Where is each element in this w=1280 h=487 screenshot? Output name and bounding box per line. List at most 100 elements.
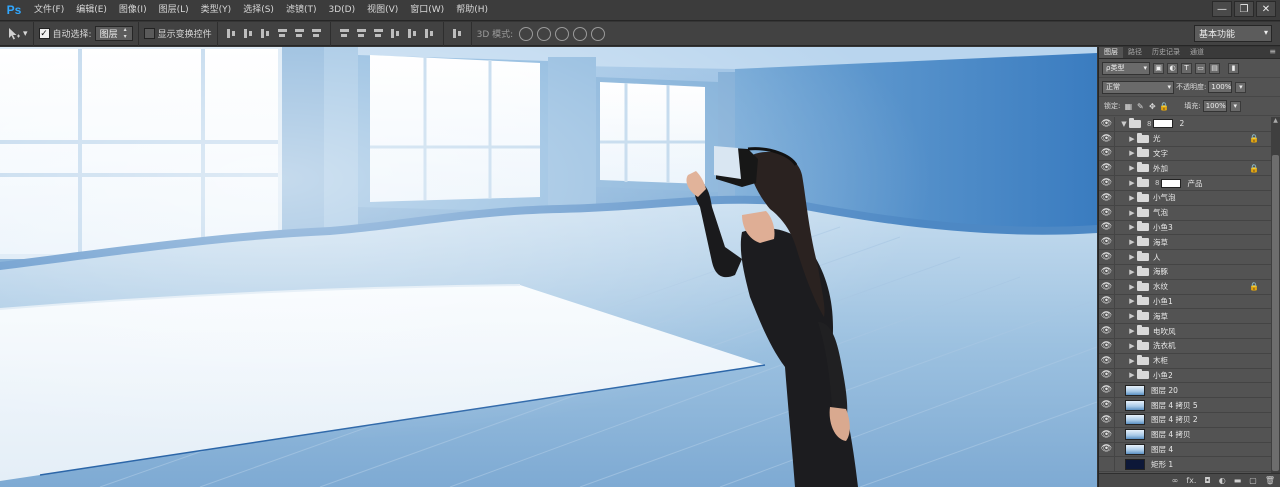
auto-select-dropdown[interactable]: 图层 [94, 26, 133, 41]
layer-row[interactable]: 👁 ▶ 文字 [1099, 146, 1271, 162]
expand-right-icon[interactable]: ▶ [1127, 164, 1137, 172]
visibility-eye-icon[interactable]: 👁 [1099, 161, 1115, 176]
align-left-icon[interactable] [276, 27, 289, 40]
expand-right-icon[interactable]: ▶ [1127, 327, 1137, 335]
visibility-eye-icon[interactable]: 👁 [1099, 324, 1115, 338]
filter-type-icon[interactable]: T [1181, 62, 1192, 74]
expand-right-icon[interactable]: ▶ [1127, 283, 1137, 291]
visibility-eye-icon[interactable]: 👁 [1099, 338, 1115, 353]
layer-row[interactable]: 👁 图层 4 拷贝 2 [1099, 412, 1271, 428]
document-canvas[interactable] [0, 47, 1097, 487]
tab-layers[interactable]: 图层 [1099, 47, 1123, 58]
panel-menu-icon[interactable]: ≡ [1269, 47, 1276, 56]
align-right-icon[interactable] [310, 27, 323, 40]
visibility-eye-icon[interactable]: 👁 [1099, 235, 1115, 250]
layer-row[interactable]: 👁 ▶ 电吹风 [1099, 324, 1271, 339]
menu-item[interactable]: 视图(V) [361, 0, 404, 21]
menu-item[interactable]: 3D(D) [322, 0, 361, 21]
adjustment-icon[interactable]: ◐ [1219, 476, 1226, 485]
visibility-eye-icon[interactable]: 👁 [1099, 176, 1115, 190]
expand-right-icon[interactable]: ▶ [1127, 238, 1137, 246]
fx-icon[interactable]: fx. [1186, 476, 1196, 485]
distribute-left-icon[interactable] [389, 27, 402, 40]
layer-row[interactable]: 👁 图层 20 [1099, 383, 1271, 399]
layer-row[interactable]: 👁 ▶ 小鱼1 [1099, 294, 1271, 310]
move-tool-icon[interactable] [5, 25, 23, 43]
distribute-hcenter-icon[interactable] [406, 27, 419, 40]
tab-history[interactable]: 历史记录 [1147, 47, 1185, 58]
visibility-eye-icon[interactable]: 👁 [1099, 117, 1115, 131]
expand-right-icon[interactable]: ▶ [1127, 223, 1137, 231]
mask-link-icon[interactable]: 8 [1155, 179, 1159, 187]
layer-row[interactable]: 👁 矩形 1 [1099, 457, 1271, 473]
layer-thumbnail[interactable] [1125, 443, 1145, 455]
layer-row[interactable]: 👁 ▶ 外加 🔒 [1099, 161, 1271, 177]
layer-thumbnail[interactable] [1125, 429, 1145, 441]
show-transform-checkbox[interactable] [143, 28, 155, 39]
visibility-eye-icon[interactable]: 👁 [1099, 442, 1115, 457]
layer-thumbnail[interactable] [1125, 384, 1145, 396]
visibility-eye-icon[interactable]: 👁 [1099, 205, 1115, 220]
mask-thumbnail[interactable] [1161, 178, 1182, 188]
fill-dropdown-icon[interactable]: ▾ [1229, 100, 1241, 112]
filter-toggle-icon[interactable]: ▮ [1228, 62, 1239, 74]
align-bottom-icon[interactable] [259, 27, 272, 40]
distribute-bottom-icon[interactable] [372, 27, 385, 40]
layer-row[interactable]: 👁 ▶ 人 [1099, 250, 1271, 265]
tab-paths[interactable]: 路径 [1123, 47, 1147, 58]
visibility-eye-icon[interactable]: 👁 [1099, 190, 1115, 205]
layer-row[interactable]: 👁 ▶ 小鱼2 [1099, 368, 1271, 384]
layer-thumbnail[interactable] [1125, 414, 1145, 426]
trash-icon[interactable]: 🗑 [1265, 476, 1275, 485]
expand-right-icon[interactable]: ▶ [1127, 297, 1137, 305]
expand-right-icon[interactable]: ▶ [1127, 135, 1137, 143]
visibility-eye-icon[interactable]: 👁 [1099, 131, 1115, 146]
menu-item[interactable]: 图层(L) [153, 0, 195, 21]
lock-position-icon[interactable]: ✥ [1147, 101, 1157, 111]
menu-item[interactable]: 类型(Y) [195, 0, 238, 21]
mask-icon[interactable]: ◘ [1204, 476, 1210, 485]
visibility-eye-icon[interactable]: 👁 [1099, 294, 1115, 309]
layer-row[interactable]: 👁 ▼ 8 2 [1099, 117, 1271, 132]
visibility-eye-icon[interactable]: 👁 [1099, 398, 1115, 412]
align-vcenter-icon[interactable] [242, 27, 255, 40]
fill-input[interactable]: 100% [1202, 100, 1227, 112]
expand-right-icon[interactable]: ▶ [1127, 253, 1137, 261]
opacity-input[interactable]: 100% [1208, 81, 1233, 93]
layer-row[interactable]: 👁 ▶ 气泡 [1099, 205, 1271, 221]
visibility-eye-icon[interactable]: 👁 [1099, 309, 1115, 324]
menu-item[interactable]: 图像(I) [113, 0, 153, 21]
visibility-eye-icon[interactable]: 👁 [1099, 353, 1115, 368]
menu-item[interactable]: 窗口(W) [404, 0, 450, 21]
lock-pixels-icon[interactable]: ✎ [1135, 101, 1145, 111]
menu-item[interactable]: 选择(S) [237, 0, 280, 21]
visibility-eye-icon[interactable]: 👁 [1099, 368, 1115, 383]
new-layer-icon[interactable]: ▢ [1249, 476, 1257, 485]
expand-right-icon[interactable]: ▶ [1127, 312, 1137, 320]
expand-down-icon[interactable]: ▼ [1119, 120, 1129, 128]
align-hcenter-icon[interactable] [293, 27, 306, 40]
mask-link-icon[interactable]: 8 [1147, 120, 1151, 128]
layer-thumbnail[interactable] [1125, 458, 1145, 470]
tool-preset-arrow-icon[interactable]: ▾ [23, 29, 28, 39]
lock-all-icon[interactable]: 🔒 [1159, 101, 1169, 111]
filter-smart-icon[interactable]: ▤ [1209, 62, 1220, 74]
layer-row[interactable]: 👁 ▶ 海豚 [1099, 264, 1271, 280]
expand-right-icon[interactable]: ▶ [1127, 268, 1137, 276]
3d-roll-icon[interactable] [537, 26, 552, 41]
expand-right-icon[interactable]: ▶ [1127, 371, 1137, 379]
3d-pan-icon[interactable] [555, 26, 570, 41]
visibility-eye-icon[interactable]: 👁 [1099, 250, 1115, 264]
link-icon[interactable]: ∞ [1172, 476, 1179, 485]
scroll-thumb[interactable] [1272, 155, 1279, 471]
menu-item[interactable]: 帮助(H) [450, 0, 494, 21]
layer-filter-kind[interactable]: ρ类型 [1102, 61, 1150, 75]
expand-right-icon[interactable]: ▶ [1127, 149, 1137, 157]
minimize-button[interactable]: — [1212, 1, 1232, 17]
menu-item[interactable]: 文件(F) [28, 0, 70, 21]
expand-right-icon[interactable]: ▶ [1127, 357, 1137, 365]
auto-align-icon[interactable] [451, 27, 464, 40]
distribute-vcenter-icon[interactable] [355, 27, 368, 40]
expand-right-icon[interactable]: ▶ [1127, 194, 1137, 202]
distribute-right-icon[interactable] [423, 27, 436, 40]
